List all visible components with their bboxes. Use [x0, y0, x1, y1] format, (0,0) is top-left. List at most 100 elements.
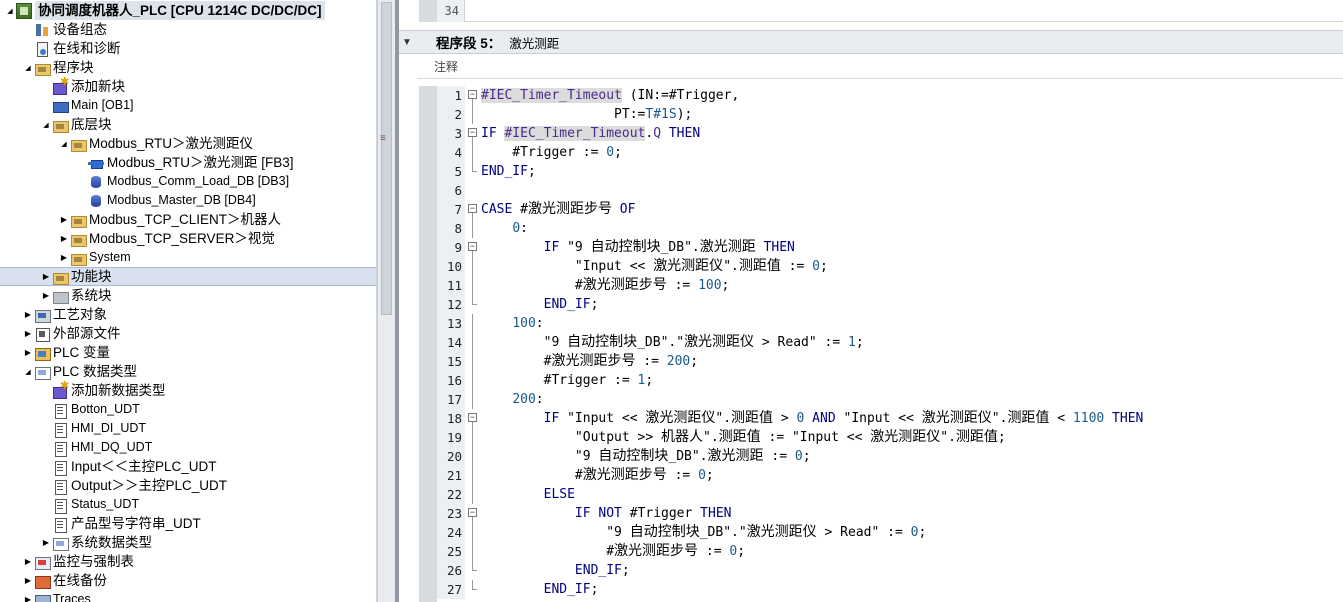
- code-text[interactable]: END_IF;: [481, 580, 599, 599]
- code-text[interactable]: #激光测距步号 := 200;: [481, 352, 698, 371]
- code-text[interactable]: #激光测距步号 := 100;: [481, 276, 729, 295]
- code-text[interactable]: "Output >> 机器人".测距值 := "Input << 激光测距仪".…: [481, 428, 1006, 447]
- fold-toggle-icon[interactable]: −: [465, 409, 481, 428]
- code-line[interactable]: 5 END_IF;: [437, 162, 1343, 181]
- code-line[interactable]: 12 END_IF;: [437, 295, 1343, 314]
- code-line[interactable]: 27 END_IF;: [437, 580, 1343, 599]
- collapse-arrow-icon[interactable]: ▼: [402, 37, 420, 48]
- expanded-arrow-icon[interactable]: ◢: [4, 1, 16, 20]
- collapsed-arrow-icon[interactable]: ▶: [22, 571, 34, 590]
- tree-item[interactable]: Modbus_Comm_Load_DB [DB3]: [0, 172, 376, 191]
- network-name[interactable]: 激光测距: [509, 33, 559, 52]
- tree-item[interactable]: 添加新数据类型: [0, 379, 376, 400]
- collapsed-arrow-icon[interactable]: ▶: [40, 286, 52, 305]
- fold-toggle-icon[interactable]: −: [465, 238, 481, 257]
- network-comment[interactable]: 注释: [417, 54, 1343, 79]
- code-line[interactable]: 25 #激光测距步号 := 0;: [437, 542, 1343, 561]
- tree-item[interactable]: 设备组态: [0, 20, 376, 39]
- code-line[interactable]: 21 #激光测距步号 := 0;: [437, 466, 1343, 485]
- tree-item[interactable]: ◢ 协同调度机器人_PLC [CPU 1214C DC/DC/DC]: [0, 1, 376, 20]
- collapsed-arrow-icon[interactable]: ▶: [22, 552, 34, 571]
- expanded-arrow-icon[interactable]: ◢: [40, 115, 52, 134]
- collapsed-arrow-icon[interactable]: ▶: [40, 267, 52, 286]
- collapsed-arrow-icon[interactable]: ▶: [22, 305, 34, 324]
- code-area[interactable]: [465, 0, 1343, 22]
- code-line[interactable]: 13 100:: [437, 314, 1343, 333]
- tree-item[interactable]: Input＜＜主控PLC_UDT: [0, 457, 376, 476]
- code-line[interactable]: 26 END_IF;: [437, 561, 1343, 580]
- tree-item[interactable]: ▶ Modbus_TCP_SERVER＞视觉: [0, 229, 376, 248]
- code-text[interactable]: END_IF;: [481, 295, 599, 314]
- scrollbar-thumb[interactable]: [381, 2, 392, 315]
- code-line[interactable]: 4 #Trigger := 0;: [437, 143, 1343, 162]
- tree-item[interactable]: ▶ PLC 变量: [0, 343, 376, 362]
- collapsed-arrow-icon[interactable]: ▶: [58, 210, 70, 229]
- fold-toggle-icon[interactable]: −: [465, 86, 481, 105]
- collapsed-arrow-icon[interactable]: ▶: [22, 343, 34, 362]
- fold-toggle-icon[interactable]: −: [465, 124, 481, 143]
- tree-item[interactable]: Output＞＞主控PLC_UDT: [0, 476, 376, 495]
- code-line[interactable]: 24 "9 自动控制块_DB"."激光测距仪 > Read" := 0;: [437, 523, 1343, 542]
- tree-item[interactable]: 在线和诊断: [0, 39, 376, 58]
- tree-item[interactable]: HMI_DI_UDT: [0, 419, 376, 438]
- collapsed-arrow-icon[interactable]: ▶: [58, 229, 70, 248]
- tree-item[interactable]: ▶ 系统数据类型: [0, 533, 376, 552]
- tree-item[interactable]: Main [OB1]: [0, 96, 376, 115]
- code-line[interactable]: 2 PT:=T#1S);: [437, 105, 1343, 124]
- code-text[interactable]: "Input << 激光测距仪".测距值 := 0;: [481, 257, 828, 276]
- code-text[interactable]: "9 自动控制块_DB"."激光测距仪 > Read" := 1;: [481, 333, 864, 352]
- code-line[interactable]: 22 ELSE: [437, 485, 1343, 504]
- code-line[interactable]: 18− IF "Input << 激光测距仪".测距值 > 0 AND "Inp…: [437, 409, 1343, 428]
- code-line[interactable]: 9− IF "9 自动控制块_DB".激光测距 THEN: [437, 238, 1343, 257]
- tree-item[interactable]: ▶ 功能块: [0, 267, 376, 286]
- code-text[interactable]: END_IF;: [481, 162, 536, 181]
- tree-item[interactable]: HMI_DQ_UDT: [0, 438, 376, 457]
- fold-toggle-icon[interactable]: −: [465, 200, 481, 219]
- expanded-arrow-icon[interactable]: ◢: [22, 362, 34, 381]
- code-text[interactable]: #激光测距步号 := 0;: [481, 466, 714, 485]
- tree-item[interactable]: ▶ System: [0, 248, 376, 267]
- code-block[interactable]: 1− #IEC_Timer_Timeout (IN:=#Trigger, 2 PT:…: [419, 86, 1343, 602]
- code-line[interactable]: 8 0:: [437, 219, 1343, 238]
- code-text[interactable]: #Trigger := 0;: [481, 143, 622, 162]
- code-text[interactable]: #Trigger := 1;: [481, 371, 654, 390]
- tree-item[interactable]: ▶ 系统块: [0, 286, 376, 305]
- tree-item[interactable]: Modbus_RTU＞激光测距 [FB3]: [0, 153, 376, 172]
- code-text[interactable]: "9 自动控制块_DB".激光测距 := 0;: [481, 447, 811, 466]
- tree-item[interactable]: ◢ Modbus_RTU＞激光测距仪: [0, 134, 376, 153]
- code-text[interactable]: IF "9 自动控制块_DB".激光测距 THEN: [481, 238, 795, 257]
- tree-item[interactable]: ▶ 外部源文件: [0, 324, 376, 343]
- collapsed-arrow-icon[interactable]: ▶: [58, 248, 70, 267]
- code-text[interactable]: IF "Input << 激光测距仪".测距值 > 0 AND "Input <…: [481, 409, 1144, 428]
- fold-toggle-icon[interactable]: −: [465, 504, 481, 523]
- code-text[interactable]: #IEC_Timer_Timeout (IN:=#Trigger,: [481, 86, 739, 105]
- expanded-arrow-icon[interactable]: ◢: [22, 58, 34, 77]
- tree-item[interactable]: ▶ 工艺对象: [0, 305, 376, 324]
- code-line[interactable]: 23− IF NOT #Trigger THEN: [437, 504, 1343, 523]
- tree-item[interactable]: ◢ 底层块: [0, 115, 376, 134]
- project-tree-scrollbar[interactable]: [377, 0, 395, 602]
- tree-item[interactable]: ▶ Traces: [0, 590, 376, 602]
- code-line[interactable]: 15 #激光测距步号 := 200;: [437, 352, 1343, 371]
- collapsed-arrow-icon[interactable]: ▶: [22, 590, 34, 602]
- tree-item[interactable]: 产品型号字符串_UDT: [0, 514, 376, 533]
- code-line[interactable]: 6: [437, 181, 1343, 200]
- tree-item[interactable]: Modbus_Master_DB [DB4]: [0, 191, 376, 210]
- tree-item[interactable]: ◢ PLC 数据类型: [0, 362, 376, 381]
- code-line[interactable]: 14 "9 自动控制块_DB"."激光测距仪 > Read" := 1;: [437, 333, 1343, 352]
- expanded-arrow-icon[interactable]: ◢: [58, 134, 70, 153]
- code-line[interactable]: 1− #IEC_Timer_Timeout (IN:=#Trigger,: [437, 86, 1343, 105]
- code-text[interactable]: PT:=T#1S);: [481, 105, 692, 124]
- tree-item[interactable]: ▶ 在线备份: [0, 571, 376, 590]
- code-line[interactable]: 11 #激光测距步号 := 100;: [437, 276, 1343, 295]
- tree-item[interactable]: 添加新块: [0, 75, 376, 96]
- network-header[interactable]: ▼ 程序段 5： 激光测距: [399, 30, 1343, 54]
- code-line[interactable]: 3− IF #IEC_Timer_Timeout.Q THEN: [437, 124, 1343, 143]
- tree-item[interactable]: ▶ 监控与强制表: [0, 552, 376, 571]
- code-text[interactable]: IF #IEC_Timer_Timeout.Q THEN: [481, 124, 700, 143]
- code-line[interactable]: 7− CASE #激光测距步号 OF: [437, 200, 1343, 219]
- collapsed-arrow-icon[interactable]: ▶: [22, 324, 34, 343]
- code-text[interactable]: #激光测距步号 := 0;: [481, 542, 745, 561]
- code-text[interactable]: 0:: [481, 219, 528, 238]
- code-text[interactable]: "9 自动控制块_DB"."激光测距仪 > Read" := 0;: [481, 523, 926, 542]
